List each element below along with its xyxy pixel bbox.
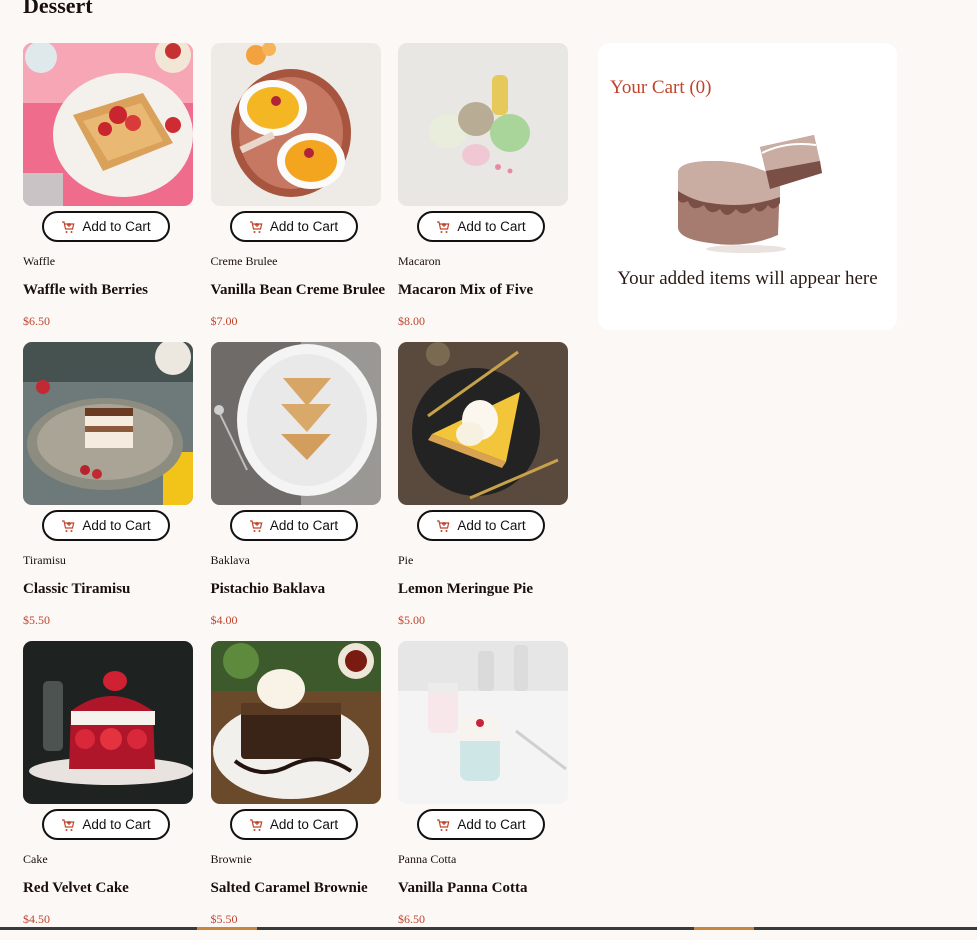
add-to-cart-icon	[249, 818, 263, 831]
product-card: Add to Cart Brownie Salted Caramel Brown…	[210, 641, 381, 940]
product-category: Cake	[23, 852, 48, 866]
pie-image	[398, 342, 568, 505]
product-price: $4.50	[23, 912, 50, 926]
product-name: Vanilla Panna Cotta	[398, 880, 528, 896]
add-to-cart-label: Add to Cart	[457, 817, 526, 832]
add-to-cart-icon	[437, 818, 450, 831]
product-category: Macaron	[398, 254, 441, 268]
cart-title: Your Cart (0)	[610, 77, 712, 98]
add-to-cart-icon	[249, 220, 263, 233]
add-to-cart-button[interactable]: Add to Cart	[417, 211, 545, 242]
product-card: Add to Cart Waffle Waffle with Berries $…	[23, 43, 193, 342]
add-to-cart-label: Add to Cart	[269, 518, 339, 533]
baklava-image	[210, 342, 381, 505]
product-price: $7.00	[210, 314, 238, 328]
add-to-cart-label: Add to Cart	[457, 518, 526, 533]
creme-brulee-image	[210, 43, 381, 206]
add-to-cart-icon	[62, 220, 75, 233]
cake-image	[23, 641, 193, 804]
add-to-cart-label: Add to Cart	[269, 219, 339, 234]
page-title: Dessert	[23, 0, 93, 18]
product-category: Panna Cotta	[398, 852, 457, 866]
tiramisu-image	[23, 342, 193, 505]
product-card: Add to Cart Cake Red Velvet Cake $4.50	[23, 641, 193, 940]
product-card: Add to Cart Tiramisu Classic Tiramisu $5…	[23, 342, 193, 641]
product-category: Brownie	[210, 852, 252, 866]
macaron-image	[398, 43, 568, 206]
add-to-cart-icon	[249, 519, 263, 532]
panna-cotta-image	[398, 641, 568, 804]
product-price: $4.00	[210, 613, 238, 627]
add-to-cart-button[interactable]: Add to Cart	[417, 809, 545, 840]
add-to-cart-label: Add to Cart	[82, 817, 151, 832]
product-grid: Add to Cart Waffle Waffle with Berries $…	[23, 43, 568, 940]
add-to-cart-label: Add to Cart	[457, 219, 526, 234]
product-name: Macaron Mix of Five	[398, 282, 534, 298]
product-price: $8.00	[398, 314, 425, 328]
product-price: $5.00	[398, 613, 425, 627]
add-to-cart-icon	[437, 220, 450, 233]
brownie-image	[210, 641, 381, 804]
add-to-cart-button[interactable]: Add to Cart	[417, 510, 545, 541]
add-to-cart-label: Add to Cart	[269, 817, 339, 832]
waffle-image	[23, 43, 193, 206]
product-card: Add to Cart Macaron Macaron Mix of Five …	[398, 43, 568, 342]
product-category: Baklava	[210, 553, 250, 567]
product-name: Salted Caramel Brownie	[210, 880, 368, 896]
empty-cake-illustration	[678, 135, 822, 253]
product-name: Classic Tiramisu	[23, 581, 131, 597]
add-to-cart-button[interactable]: Add to Cart	[42, 510, 170, 541]
add-to-cart-button[interactable]: Add to Cart	[229, 809, 358, 840]
add-to-cart-button[interactable]: Add to Cart	[42, 211, 170, 242]
add-to-cart-icon	[62, 519, 75, 532]
add-to-cart-icon	[437, 519, 450, 532]
product-name: Vanilla Bean Creme Brulee	[210, 282, 386, 298]
product-category: Creme Brulee	[210, 254, 278, 268]
cart-panel: Your Cart (0) Your added items will appe…	[598, 43, 897, 330]
product-card: Add to Cart Pie Lemon Meringue Pie $5.00	[398, 342, 568, 641]
add-to-cart-label: Add to Cart	[82, 219, 151, 234]
product-card: Add to Cart Panna Cotta Vanilla Panna Co…	[398, 641, 568, 940]
cart-empty-message: Your added items will appear here	[617, 268, 878, 289]
product-price: $6.50	[23, 314, 50, 328]
add-to-cart-label: Add to Cart	[82, 518, 151, 533]
add-to-cart-button[interactable]: Add to Cart	[229, 510, 358, 541]
product-name: Lemon Meringue Pie	[398, 581, 533, 597]
product-name: Pistachio Baklava	[210, 581, 326, 597]
product-card: Add to Cart Baklava Pistachio Baklava $4…	[210, 342, 381, 641]
add-to-cart-button[interactable]: Add to Cart	[229, 211, 358, 242]
product-name: Waffle with Berries	[23, 282, 148, 298]
product-card: Add to Cart Creme Brulee Vanilla Bean Cr…	[210, 43, 385, 342]
product-category: Tiramisu	[23, 553, 66, 567]
product-price: $5.50	[23, 613, 50, 627]
product-category: Waffle	[23, 254, 56, 268]
product-price: $6.50	[398, 912, 425, 926]
product-price: $5.50	[210, 912, 238, 926]
add-to-cart-button[interactable]: Add to Cart	[42, 809, 170, 840]
product-category: Pie	[398, 553, 414, 567]
add-to-cart-icon	[62, 818, 75, 831]
product-name: Red Velvet Cake	[23, 880, 129, 896]
